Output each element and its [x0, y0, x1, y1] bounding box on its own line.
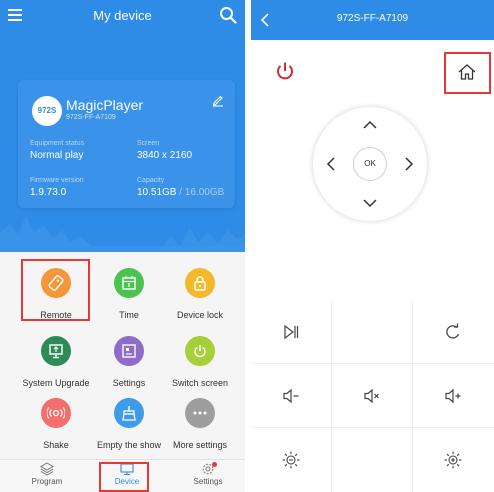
device-lock-label: Device lock: [176, 310, 223, 320]
more-dots-icon: [185, 398, 215, 428]
empty-the-show-label: Empty the show: [96, 440, 162, 450]
right-arrow-icon[interactable]: [401, 156, 417, 172]
device-serial: 972S-FF-A7109: [66, 114, 116, 121]
more-settings-label: More settings: [172, 440, 228, 450]
page-title: My device: [93, 8, 152, 23]
equipment-status-label: Equipment status: [30, 140, 85, 147]
brightness-up-button[interactable]: [413, 428, 494, 492]
mute-icon: [364, 388, 379, 404]
device-header-area: My device 972S MagicPlayer 972S-FF-A7109…: [0, 0, 245, 252]
system-upgrade-label: System Upgrade: [22, 378, 90, 388]
tab-program-label: Program: [31, 477, 63, 486]
firmware-version-value: 1.9.73.0: [30, 187, 67, 198]
volume-down-icon: [283, 388, 299, 404]
my-device-screen: My device 972S MagicPlayer 972S-FF-A7109…: [0, 0, 245, 492]
notification-dot: [212, 462, 217, 467]
system-upgrade-function[interactable]: System Upgrade: [16, 336, 96, 388]
refresh-button[interactable]: [413, 300, 494, 364]
brightness-down-icon: [282, 451, 300, 469]
edit-pencil-icon[interactable]: [211, 93, 225, 107]
power-icon[interactable]: [274, 60, 296, 82]
remote-button-grid: [251, 300, 494, 492]
empty-button-slot: [332, 428, 413, 492]
tab-settings[interactable]: Settings: [178, 462, 238, 486]
power-switch-icon: [185, 336, 215, 366]
remote-highlight-box: [21, 259, 90, 321]
tab-settings-label: Settings: [193, 477, 223, 486]
device-model-badge: 972S: [32, 96, 62, 126]
tree-silhouette-decoration: [0, 216, 245, 252]
device-info-card[interactable]: 972S MagicPlayer 972S-FF-A7109 Equipment…: [18, 80, 235, 208]
screen-resolution-value: 3840 x 2160: [137, 150, 193, 161]
play-pause-button[interactable]: [251, 300, 332, 364]
remote-device-title: 972S-FF-A7109: [336, 13, 409, 24]
brightness-down-button[interactable]: [251, 428, 332, 492]
settings-label: Settings: [112, 378, 146, 388]
screen-label: Screen: [137, 140, 160, 147]
remote-header: 972S-FF-A7109: [251, 0, 494, 40]
play-pause-icon: [284, 324, 299, 340]
switch-screen-function[interactable]: Switch screen: [160, 336, 240, 388]
shake-function[interactable]: Shake: [16, 398, 96, 450]
device-tab-highlight-box: [99, 462, 149, 492]
volume-up-button[interactable]: [413, 364, 494, 428]
capacity-used: 10.51GB: [137, 187, 177, 198]
capacity-label: Capacity: [137, 177, 165, 184]
mute-button[interactable]: [332, 364, 413, 428]
device-name: MagicPlayer: [66, 97, 144, 113]
lock-icon: [185, 268, 215, 298]
firmware-version-label: Firmware version: [30, 177, 84, 184]
upgrade-icon: [41, 336, 71, 366]
empty-button-slot: [332, 300, 413, 364]
settings-function[interactable]: Settings: [89, 336, 169, 388]
calendar-icon: [114, 268, 144, 298]
capacity-total: / 16.00GB: [176, 187, 225, 198]
down-arrow-icon[interactable]: [362, 195, 378, 211]
shake-label: Shake: [43, 440, 69, 450]
search-icon[interactable]: [219, 6, 237, 24]
more-settings-function[interactable]: More settings: [160, 398, 240, 450]
direction-pad: OK: [313, 107, 427, 221]
up-arrow-icon[interactable]: [362, 117, 378, 133]
capacity-value: 10.51GB / 16.00GB: [137, 187, 224, 198]
time-function[interactable]: Time: [89, 268, 169, 320]
brightness-up-icon: [444, 451, 462, 469]
left-arrow-icon[interactable]: [323, 156, 339, 172]
volume-down-button[interactable]: [251, 364, 332, 428]
device-lock-function[interactable]: Device lock: [160, 268, 240, 320]
settings-panel-icon: [114, 336, 144, 366]
refresh-icon: [446, 323, 460, 339]
tab-program[interactable]: Program: [17, 462, 77, 486]
layers-icon: [40, 462, 54, 476]
home-highlight-box: [444, 52, 491, 94]
equipment-status-value: Normal play: [30, 150, 84, 161]
volume-up-icon: [445, 388, 461, 404]
empty-the-show-function[interactable]: Empty the show: [89, 398, 169, 450]
remote-control-screen: 972S-FF-A7109 OK: [251, 0, 494, 492]
ok-button[interactable]: OK: [353, 147, 387, 181]
broom-icon: [114, 398, 144, 428]
time-label: Time: [119, 310, 139, 320]
shake-icon: [41, 398, 71, 428]
switch-screen-label: Switch screen: [171, 378, 229, 388]
